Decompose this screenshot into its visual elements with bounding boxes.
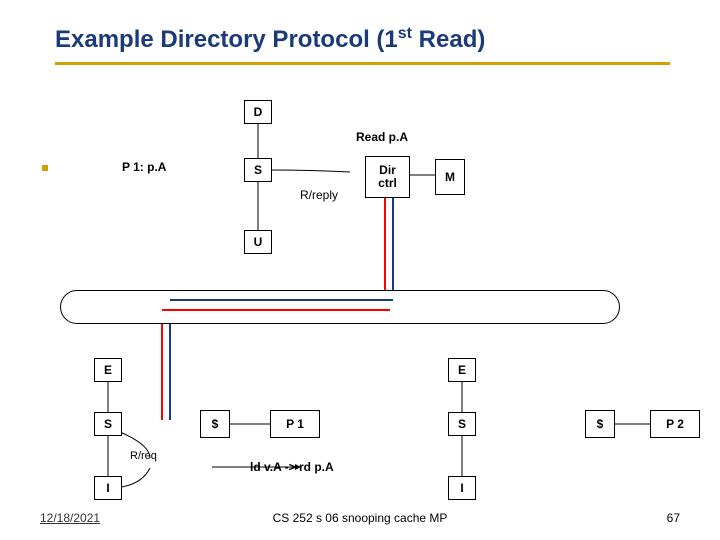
title-post: Read): [412, 26, 485, 53]
title-underline: [55, 62, 670, 65]
right-s: S: [458, 417, 466, 431]
left-s: S: [104, 417, 112, 431]
right-dollar: $: [597, 417, 604, 431]
right-state-s-box: S: [448, 412, 476, 436]
title-pre: Example Directory Protocol (1: [55, 26, 398, 53]
left-i: I: [106, 481, 109, 495]
dir-ctrl-box: Dir ctrl: [365, 156, 410, 198]
bus: [60, 290, 620, 324]
footer-center: CS 252 s 06 snooping cache MP: [273, 511, 448, 525]
state-u-box: U: [244, 230, 272, 254]
p2-box: P 2: [650, 410, 700, 438]
left-state-s-box: S: [94, 412, 122, 436]
right-cache-box: $: [585, 410, 615, 438]
p1-label: P 1: [286, 417, 304, 431]
left-dollar: $: [212, 417, 219, 431]
load-text: ld v.A -> rd p.A: [250, 460, 334, 474]
r-req-label: R/req: [130, 450, 157, 462]
ctrl-label: ctrl: [378, 177, 397, 190]
p2-label: P 2: [666, 417, 684, 431]
bullet-icon: [42, 165, 48, 171]
footer-date: 12/18/2021: [40, 511, 100, 525]
state-s: S: [254, 163, 262, 177]
right-state-i-box: I: [448, 476, 476, 500]
left-e: E: [104, 363, 112, 377]
m-label: M: [445, 170, 455, 184]
read-pa-label: Read p.A: [356, 130, 408, 144]
left-state-i-box: I: [94, 476, 122, 500]
state-s-box: S: [244, 158, 272, 182]
right-e: E: [458, 363, 466, 377]
right-i: I: [460, 481, 463, 495]
slide-title: Example Directory Protocol (1st Read): [0, 0, 720, 62]
r-reply-label: R/reply: [300, 188, 338, 202]
footer-page: 67: [667, 511, 680, 525]
title-sup: st: [398, 25, 412, 42]
connector-lines: [0, 0, 720, 540]
memory-box: M: [435, 159, 465, 195]
state-u: U: [254, 235, 263, 249]
left-state-e-box: E: [94, 358, 122, 382]
state-d: D: [254, 105, 263, 119]
left-cache-box: $: [200, 410, 230, 438]
state-d-box: D: [244, 100, 272, 124]
p1-box: P 1: [270, 410, 320, 438]
p1-pa-label: P 1: p.A: [122, 160, 166, 174]
right-state-e-box: E: [448, 358, 476, 382]
